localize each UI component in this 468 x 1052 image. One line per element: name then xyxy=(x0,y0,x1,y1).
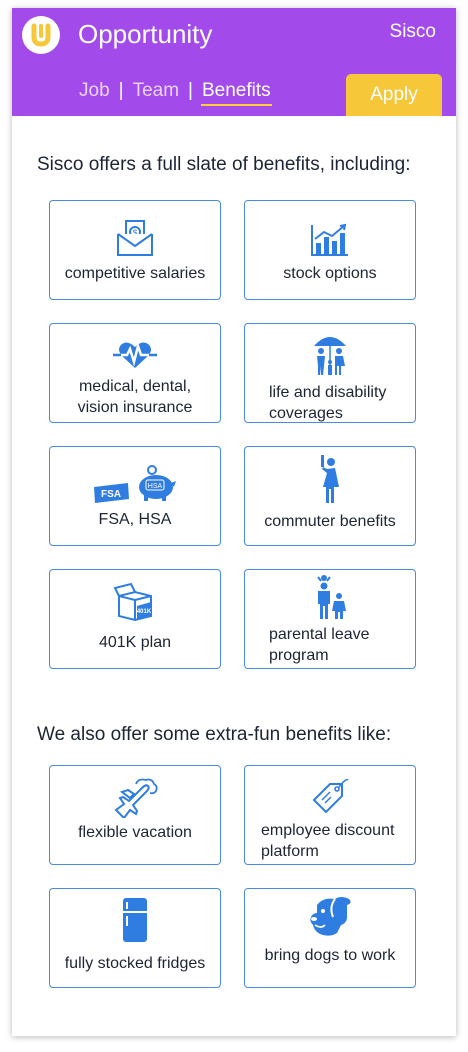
benefit-tile: FSA HSA FSA, HSA xyxy=(49,446,221,546)
standard-benefits-heading: Sisco offers a full slate of benefits, i… xyxy=(37,154,411,175)
svg-text:401K: 401K xyxy=(137,609,152,615)
benefit-label: bring dogs to work xyxy=(264,947,396,964)
benefit-label: flexible vacation xyxy=(78,824,192,841)
fridge-icon xyxy=(122,893,148,943)
benefit-label: fully stocked fridges xyxy=(64,955,206,972)
parent-child-icon xyxy=(312,574,348,620)
bar-chart-icon xyxy=(310,209,350,257)
family-umbrella-icon xyxy=(312,332,348,376)
benefit-label: employee discount platform xyxy=(261,822,395,860)
benefit-tile: flexible vacation xyxy=(49,765,221,865)
benefit-tile: stock options xyxy=(244,200,416,300)
app-card: Opportunity Sisco Job | Team | Benefits … xyxy=(12,8,456,1036)
benefit-tile: $ competitive salaries xyxy=(49,200,221,300)
benefit-tile: employee discount platform xyxy=(244,765,416,865)
benefit-label: 401K plan xyxy=(98,634,172,651)
401k-box-icon: 401K xyxy=(113,578,157,622)
tab-bar: Job | Team | Benefits xyxy=(78,80,272,110)
benefit-label: commuter benefits xyxy=(264,513,396,530)
apply-button[interactable]: Apply xyxy=(346,74,442,116)
commuter-icon xyxy=(315,451,345,505)
benefit-label: stock options xyxy=(283,265,377,282)
price-tag-icon xyxy=(310,774,350,814)
money-envelope-icon: $ xyxy=(115,209,155,257)
benefit-tile: commuter benefits xyxy=(244,446,416,546)
dog-icon xyxy=(307,893,353,939)
benefit-label: parental leave program xyxy=(269,626,370,664)
benefit-tile: 401K 401K plan xyxy=(49,569,221,669)
benefit-tile: fully stocked fridges xyxy=(49,888,221,988)
benefit-tile: parental leave program xyxy=(244,569,416,669)
extra-benefits-heading: We also offer some extra-fun benefits li… xyxy=(37,724,392,745)
heart-pulse-icon xyxy=(113,332,157,370)
tab-team[interactable]: Team xyxy=(132,80,180,102)
tab-job[interactable]: Job xyxy=(78,80,111,102)
benefit-label: competitive salaries xyxy=(64,265,206,282)
page-title: Opportunity xyxy=(78,19,213,49)
benefit-tile: life and disability coverages xyxy=(244,323,416,423)
tab-separator: | xyxy=(188,80,193,101)
airplane-icon xyxy=(112,774,158,818)
fsa-hsa-icon: FSA HSA xyxy=(92,455,178,503)
benefit-label: medical, dental, vision insurance xyxy=(77,378,193,416)
benefit-tile: medical, dental, vision insurance xyxy=(49,323,221,423)
benefit-label: FSA, HSA xyxy=(98,511,172,528)
company-name[interactable]: Sisco xyxy=(390,21,436,43)
svg-text:HSA: HSA xyxy=(148,483,163,490)
benefit-label: life and disability coverages xyxy=(269,384,387,422)
header-bar: Opportunity Sisco Job | Team | Benefits … xyxy=(12,8,456,116)
tab-benefits[interactable]: Benefits xyxy=(200,80,272,106)
tab-separator: | xyxy=(118,80,124,101)
benefit-tile: bring dogs to work xyxy=(244,888,416,988)
app-logo-icon xyxy=(22,16,60,54)
svg-text:FSA: FSA xyxy=(101,489,121,500)
